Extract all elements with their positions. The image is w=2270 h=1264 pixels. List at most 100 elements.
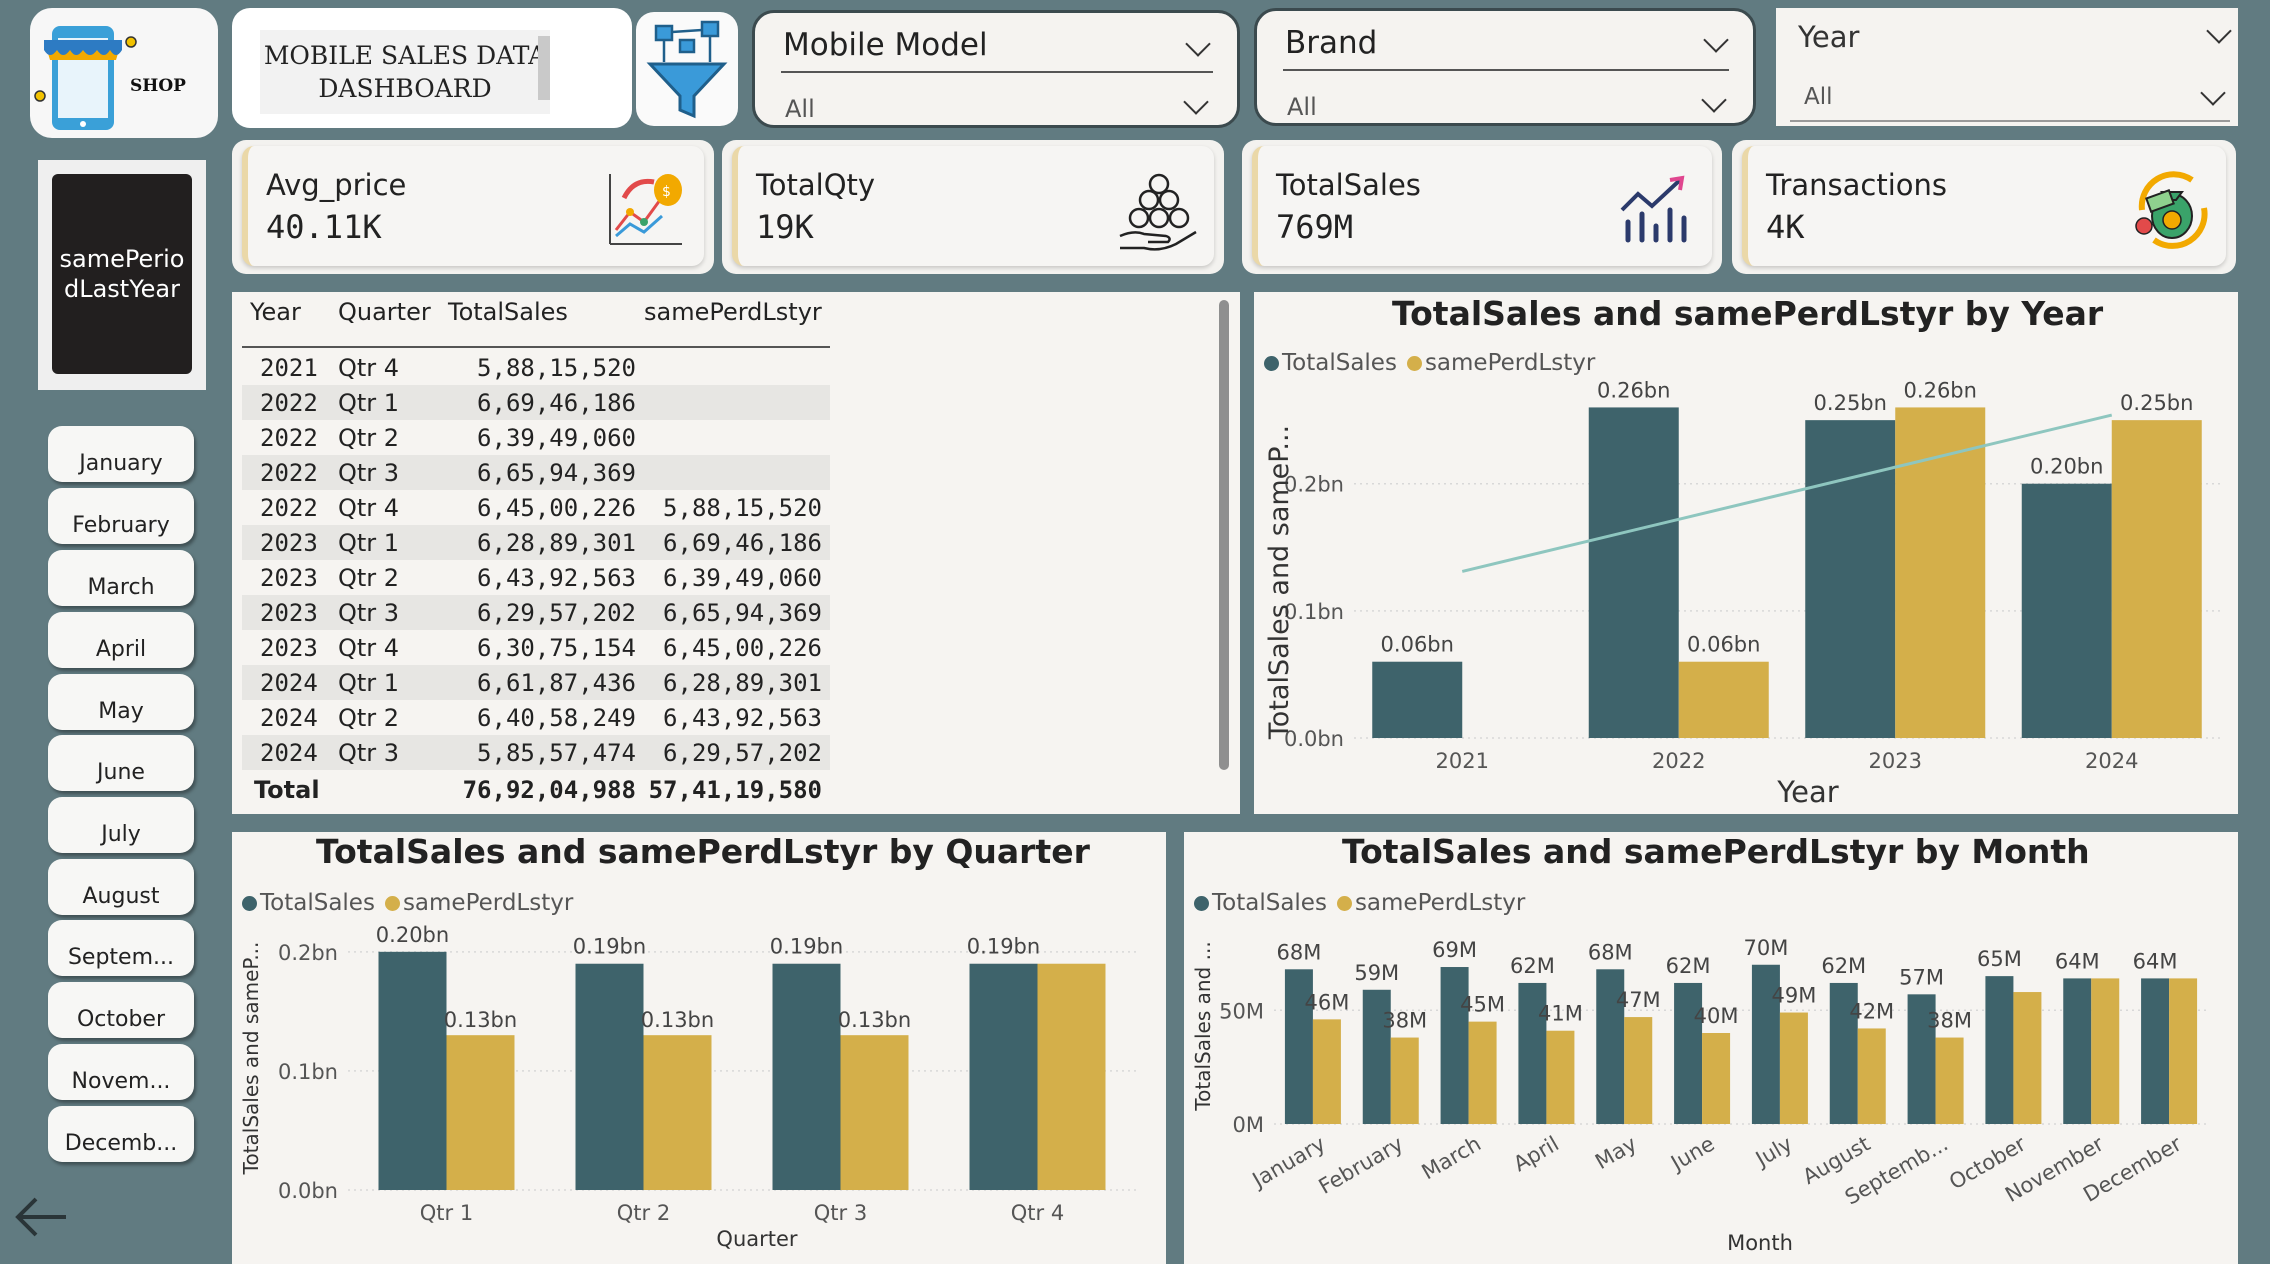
month-button-february[interactable]: February: [48, 488, 194, 544]
chevron-down-icon[interactable]: [1183, 89, 1209, 115]
mobile-model-label: Mobile Model: [783, 27, 988, 63]
x-tick-label: Qtr 4: [1011, 1201, 1064, 1225]
month-button-january[interactable]: January: [48, 426, 194, 482]
column-header-year[interactable]: Year: [250, 298, 301, 326]
table-row: 2023 Qtr 4 6,30,75,154 6,45,00,226: [260, 634, 822, 662]
kpi-label: Transactions: [1766, 168, 1948, 202]
data-label: 40M: [1694, 1004, 1739, 1028]
bar-totalsales: [2021, 483, 2112, 738]
x-tick-label: 2024: [2085, 749, 2138, 773]
bar-sameperdlstyr: [1857, 1028, 1886, 1124]
kpi-label: TotalQty: [756, 168, 876, 202]
year-value[interactable]: All: [1804, 84, 1833, 110]
table-row: 2023 Qtr 3 6,29,57,202 6,65,94,369: [242, 595, 830, 630]
quarter-bar-chart: 0.0bn 0.1bn 0.2bn 0.20bn 0.13bn Qtr 1 0.19bn 0.…: [239, 923, 1136, 1251]
x-tick-label: Qtr 2: [617, 1201, 670, 1225]
data-label: 59M: [1354, 961, 1399, 985]
filter-icon-card: [636, 12, 738, 126]
month-button-may[interactable]: May: [48, 674, 194, 730]
brand-label: Brand: [1285, 25, 1378, 61]
y-axis-title: TotalSales and sameP...: [1264, 425, 1295, 740]
data-label: 0.20bn: [2030, 455, 2103, 479]
month-button-july[interactable]: July: [48, 797, 194, 853]
data-label: 62M: [1821, 954, 1866, 978]
x-tick-label: June: [1665, 1132, 1718, 1177]
month-button-june[interactable]: June: [48, 735, 194, 791]
data-label: 70M: [1743, 936, 1788, 960]
data-label: 0.06bn: [1381, 633, 1454, 657]
bar-sameperdlstyr: [1678, 661, 1769, 738]
year-chart-panel: TotalSales and samePerdLstyr by Year Tot…: [1254, 292, 2238, 814]
table-row: 2024 Qtr 1 6,61,87,436 6,28,89,301: [242, 665, 830, 700]
chevron-down-icon[interactable]: [2206, 18, 2232, 44]
table-total-row: Total 76,92,04,988 57,41,19,580: [254, 776, 822, 804]
bar-sameperdlstyr: [840, 1035, 909, 1190]
y-tick-label: 0.2bn: [278, 941, 338, 965]
data-label: 41M: [1538, 1002, 1583, 1026]
mobile-model-slicer[interactable]: Mobile Model All: [752, 10, 1240, 128]
mobile-model-value[interactable]: All: [785, 95, 815, 123]
bar-sameperdlstyr: [1390, 1037, 1419, 1124]
data-label: 0.06bn: [1687, 633, 1760, 657]
column-header-totalsales[interactable]: TotalSales: [448, 298, 568, 326]
column-header-sameperdlstyr[interactable]: samePerdLstyr: [644, 298, 822, 326]
year-select-box[interactable]: [1790, 72, 2230, 122]
bar-sameperdlstyr: [1935, 1037, 1964, 1124]
data-label: 62M: [1510, 954, 1555, 978]
x-tick-label: March: [1418, 1132, 1485, 1185]
trend-line: [1461, 413, 2113, 573]
year-slicer[interactable]: Year All: [1776, 8, 2238, 126]
month-button-april[interactable]: April: [48, 612, 194, 668]
brand-slicer[interactable]: Brand All: [1254, 8, 1756, 126]
table-row: 2022 Qtr 1 6,69,46,186: [242, 385, 830, 420]
month-button-october[interactable]: October: [48, 982, 194, 1038]
kpi-label: Avg_price: [266, 168, 407, 202]
kpi-card-total-qty: TotalQty 19K: [722, 140, 1224, 274]
x-tick-label: Qtr 3: [814, 1201, 867, 1225]
brand-value[interactable]: All: [1287, 93, 1317, 121]
data-label: 64M: [2133, 949, 2178, 973]
x-tick-label: July: [1750, 1132, 1796, 1173]
chevron-down-icon[interactable]: [1703, 27, 1729, 53]
bar-totalsales: [2063, 978, 2092, 1124]
table-row: 2024 Qtr 2 6,40,58,249 6,43,92,563: [260, 704, 822, 732]
x-tick-label: May: [1591, 1132, 1641, 1174]
column-header-quarter[interactable]: Quarter: [338, 298, 431, 326]
data-label: 68M: [1588, 940, 1633, 964]
x-tick-label: 2023: [1869, 749, 1922, 773]
month-button-november[interactable]: Novem...: [48, 1044, 194, 1100]
month-button-august[interactable]: August: [48, 859, 194, 915]
svg-text:$: $: [662, 184, 671, 200]
table-row: 2022 Qtr 4 6,45,00,226 5,88,15,520: [260, 494, 822, 522]
table-row: 2022 Qtr 2 6,39,49,060: [260, 424, 636, 452]
month-bar-chart: 0M50M68M46MJanuary59M38MFebruary69M45MMa…: [1191, 936, 2208, 1255]
bar-totalsales: [1985, 976, 2014, 1124]
bar-sameperdlstyr: [2013, 992, 2042, 1124]
same-period-last-year-button[interactable]: samePeriodLastYear: [38, 160, 206, 390]
month-button-march[interactable]: March: [48, 550, 194, 606]
y-tick-label: 0.0bn: [278, 1179, 338, 1203]
chevron-down-icon[interactable]: [1185, 31, 1211, 57]
chevron-down-icon[interactable]: [1701, 87, 1727, 113]
data-label: 0.25bn: [1814, 391, 1887, 415]
bar-sameperdlstyr: [2169, 978, 2198, 1124]
table-header-divider: [242, 346, 830, 348]
table-row: 2022 Qtr 3 6,65,94,369: [242, 455, 830, 490]
bar-sameperdlstyr: [1312, 1019, 1341, 1124]
kpi-value: 19K: [756, 208, 814, 246]
table-scrollbar[interactable]: [1219, 300, 1229, 770]
bar-sameperdlstyr: [446, 1035, 515, 1190]
month-button-september[interactable]: Septem...: [48, 920, 194, 976]
month-button-december[interactable]: Decemb...: [48, 1106, 194, 1162]
data-label: 38M: [1382, 1009, 1427, 1033]
x-axis-title: Month: [1727, 1231, 1793, 1255]
data-label: 47M: [1616, 988, 1661, 1012]
data-label: 42M: [1849, 999, 1894, 1023]
same-period-last-year-label[interactable]: samePeriodLastYear: [52, 174, 192, 374]
back-arrow-icon[interactable]: [10, 1192, 70, 1242]
bar-sameperdlstyr: [1779, 1012, 1808, 1124]
bar-totalsales: [1588, 407, 1679, 738]
bar-totalsales: [2141, 978, 2170, 1124]
bar-totalsales: [969, 963, 1038, 1190]
funnel-filter-icon: [646, 20, 728, 119]
